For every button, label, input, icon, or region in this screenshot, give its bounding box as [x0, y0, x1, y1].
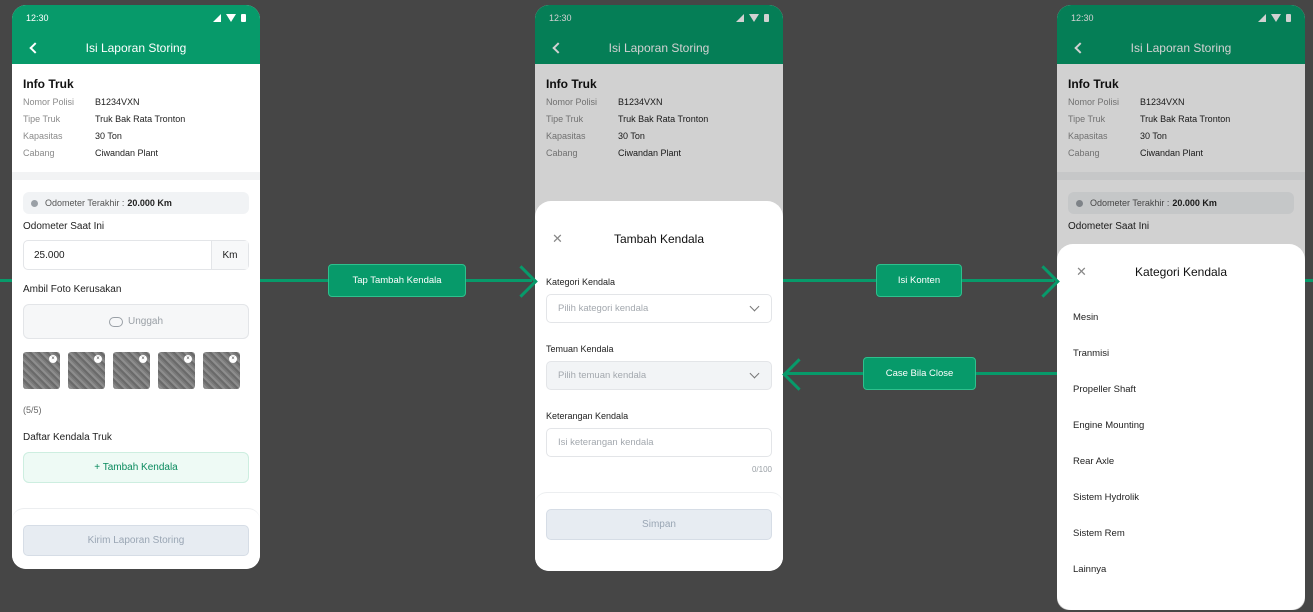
- odometer-unit: Km: [211, 241, 248, 269]
- odometer-input[interactable]: 25.000 Km: [23, 240, 249, 270]
- last-odometer-note: Odometer Terakhir : 20.000 Km: [23, 192, 249, 214]
- chevron-left-icon: [28, 41, 41, 54]
- bottom-bar: Kirim Laporan Storing: [12, 508, 260, 569]
- info-row: Cabang Ciwandan Plant: [23, 147, 249, 159]
- sheet-title: Tambah Kendala: [613, 232, 705, 246]
- kategori-label: Kategori Kendala: [546, 277, 616, 287]
- bottom-sheet-tambah-kendala: ✕ Tambah Kendala Kategori Kendala Pilih …: [535, 201, 783, 571]
- flow-line: [0, 279, 12, 282]
- kendala-label: Daftar Kendala Truk: [23, 432, 112, 443]
- info-row: Nomor Polisi B1234VXN: [23, 96, 249, 108]
- keterangan-placeholder: Isi keterangan kendala: [558, 437, 654, 448]
- screen-tambah-kendala: 12:30 Isi Laporan Storing Info Truk Nomo…: [535, 5, 783, 571]
- kategori-option[interactable]: Sistem Hydrolik: [1057, 479, 1305, 515]
- info-value: Truk Bak Rata Tronton: [95, 114, 186, 124]
- flow-label-tap-tambah: Tap Tambah Kendala: [328, 264, 466, 297]
- battery-icon: [241, 14, 246, 22]
- info-value: B1234VXN: [95, 97, 140, 107]
- info-key: Nomor Polisi: [23, 97, 75, 107]
- kategori-option[interactable]: Lainnya: [1057, 551, 1305, 587]
- upload-label: Unggah: [127, 316, 164, 327]
- info-value: 30 Ton: [95, 131, 122, 141]
- flow-label-isi-konten: Isi Konten: [876, 264, 962, 297]
- char-counter: 0/100: [751, 465, 772, 474]
- photo-thumbnails: × × × × ×: [23, 352, 249, 389]
- remove-photo-icon[interactable]: ×: [94, 355, 102, 363]
- keterangan-input[interactable]: Isi keterangan kendala: [546, 428, 772, 457]
- arrow-right-icon: [1027, 265, 1060, 298]
- remove-photo-icon[interactable]: ×: [49, 355, 57, 363]
- chevron-down-icon: [749, 368, 760, 379]
- info-value: Ciwandan Plant: [95, 148, 159, 158]
- note-label: Odometer Terakhir :: [45, 198, 125, 208]
- submit-report-button[interactable]: Kirim Laporan Storing: [23, 525, 249, 556]
- kategori-option[interactable]: Sistem Rem: [1057, 515, 1305, 551]
- bottom-sheet-kategori: ✕ Kategori Kendala Mesin Tranmisi Propel…: [1057, 244, 1305, 610]
- flow-line: [1305, 279, 1313, 282]
- page-title: Isi Laporan Storing: [85, 40, 187, 55]
- arrow-right-icon: [505, 265, 538, 298]
- sheet-header: ✕ Kategori Kendala: [1057, 244, 1305, 299]
- add-kendala-button[interactable]: + Tambah Kendala: [23, 452, 249, 483]
- info-dot-icon: [31, 199, 38, 207]
- info-key: Tipe Truk: [23, 114, 61, 124]
- truck-info: Info Truk Nomor Polisi B1234VXN Tipe Truk…: [12, 64, 260, 159]
- kategori-list: Mesin Tranmisi Propeller Shaft Engine Mo…: [1057, 299, 1305, 587]
- signal-icon: [213, 14, 221, 22]
- keterangan-label: Keterangan Kendala: [546, 411, 629, 421]
- sheet-header: ✕ Tambah Kendala: [535, 201, 783, 277]
- remove-photo-icon[interactable]: ×: [139, 355, 147, 363]
- temuan-label: Temuan Kendala: [546, 344, 614, 354]
- app-bar: Isi Laporan Storing: [12, 31, 260, 64]
- status-time: 12:30: [26, 13, 49, 23]
- kategori-option[interactable]: Mesin: [1057, 299, 1305, 335]
- info-key: Kapasitas: [23, 131, 63, 141]
- kategori-option[interactable]: Rear Axle: [1057, 443, 1305, 479]
- save-button[interactable]: Simpan: [546, 509, 772, 540]
- photo-thumbnail[interactable]: ×: [113, 352, 150, 389]
- screen-kategori-kendala: 12:30 Isi Laporan Storing Info Truk Nomo…: [1057, 5, 1305, 610]
- sheet-title: Kategori Kendala: [1134, 264, 1228, 279]
- photo-label: Ambil Foto Kerusakan: [23, 284, 122, 295]
- photo-thumbnail[interactable]: ×: [23, 352, 60, 389]
- kategori-option[interactable]: Tranmisi: [1057, 335, 1305, 371]
- upload-button[interactable]: Unggah: [23, 304, 249, 339]
- upload-cloud-icon: [108, 316, 123, 327]
- close-icon[interactable]: ✕: [552, 231, 563, 247]
- odometer-label: Odometer Saat Ini: [23, 221, 105, 232]
- back-button[interactable]: [24, 39, 42, 57]
- temuan-placeholder: Pilih temuan kendala: [558, 370, 647, 381]
- info-title: Info Truk: [23, 77, 74, 91]
- info-row: Kapasitas 30 Ton: [23, 130, 249, 142]
- status-bar: 12:30: [12, 5, 260, 31]
- temuan-select[interactable]: Pilih temuan kendala: [546, 361, 772, 390]
- note-value: 20.000 Km: [127, 198, 172, 208]
- kategori-placeholder: Pilih kategori kendala: [558, 303, 649, 314]
- wifi-icon: [226, 14, 236, 22]
- remove-photo-icon[interactable]: ×: [184, 355, 192, 363]
- kategori-option[interactable]: Propeller Shaft: [1057, 371, 1305, 407]
- photo-thumbnail[interactable]: ×: [158, 352, 195, 389]
- photo-thumbnail[interactable]: ×: [68, 352, 105, 389]
- info-key: Cabang: [23, 148, 55, 158]
- divider: [12, 172, 260, 180]
- odometer-value[interactable]: 25.000: [24, 241, 211, 269]
- sheet-footer: Simpan: [535, 492, 783, 571]
- flow-label-case-close: Case Bila Close: [863, 357, 976, 390]
- kategori-select[interactable]: Pilih kategori kendala: [546, 294, 772, 323]
- kategori-option[interactable]: Engine Mounting: [1057, 407, 1305, 443]
- arrow-left-icon: [782, 358, 815, 391]
- info-row: Tipe Truk Truk Bak Rata Tronton: [23, 113, 249, 125]
- remove-photo-icon[interactable]: ×: [229, 355, 237, 363]
- photo-thumbnail[interactable]: ×: [203, 352, 240, 389]
- close-icon[interactable]: ✕: [1076, 264, 1087, 280]
- screen-laporan-storing: 12:30 Isi Laporan Storing Info Truk Nomo…: [12, 5, 260, 569]
- photo-count: (5/5): [23, 405, 42, 415]
- chevron-down-icon: [749, 301, 760, 312]
